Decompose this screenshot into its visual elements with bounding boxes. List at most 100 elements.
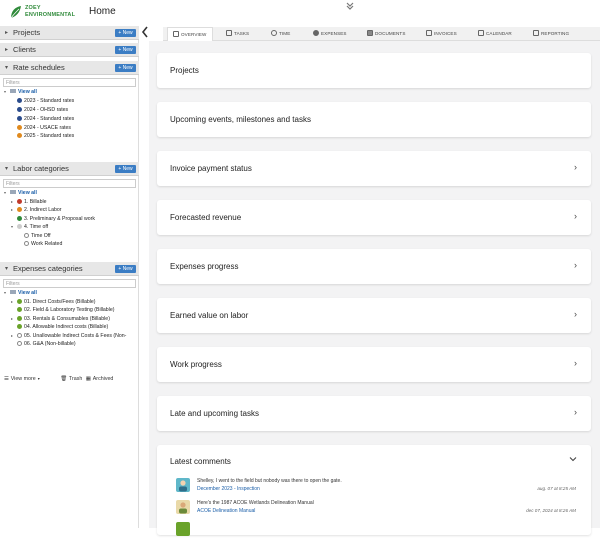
- dollar-icon: [313, 30, 319, 36]
- trash-link[interactable]: Trash: [69, 376, 82, 382]
- chevron-right-icon[interactable]: ›: [574, 407, 577, 417]
- main-content: Projects Upcoming events, milestones and…: [149, 41, 600, 536]
- card-upcoming-events[interactable]: Upcoming events, milestones and tasks: [157, 102, 591, 137]
- comment-task-link[interactable]: ACOE Delineation Manual: [197, 508, 255, 514]
- card-title: Late and upcoming tasks: [170, 409, 259, 418]
- list-item-label: 01. Direct Costs/Fees (Billable): [24, 299, 96, 305]
- list-item-label: 1. Billable: [24, 199, 47, 205]
- tab-invoices[interactable]: INVOICES: [426, 27, 466, 41]
- tab-label: REPORTING: [541, 31, 570, 36]
- new-labor-category-button[interactable]: + New: [115, 165, 136, 173]
- folder-icon: [10, 290, 16, 294]
- section-label: Labor categories: [13, 164, 69, 173]
- avatar: [176, 522, 190, 536]
- status-dot-icon: [17, 198, 22, 204]
- card-expenses-progress[interactable]: Expenses progress ›: [157, 249, 591, 284]
- chevron-right-icon[interactable]: ›: [574, 211, 577, 221]
- card-late-and-upcoming-tasks[interactable]: Late and upcoming tasks ›: [157, 396, 591, 431]
- folder-icon: [367, 30, 373, 36]
- list-item[interactable]: 2024 - USACE rates: [17, 124, 71, 132]
- list-item[interactable]: ▸ 05. Unallowable Indirect Costs & Fees (…: [11, 332, 126, 340]
- invoice-icon: [426, 30, 432, 36]
- card-title: Invoice payment status: [170, 164, 252, 173]
- list-item[interactable]: 2023 - Standard rates: [17, 97, 74, 105]
- sidebar-section-projects[interactable]: ▸ Projects + New: [0, 26, 139, 40]
- collapse-sidebar-chevron-left-icon[interactable]: [141, 26, 149, 38]
- company-logo[interactable]: ZOEY ENVIRONMENTAL: [10, 5, 82, 21]
- list-item[interactable]: ▸ 01. Direct Costs/Fees (Billable): [11, 298, 96, 306]
- list-item[interactable]: ▸ 1. Billable: [11, 198, 47, 206]
- caret-down-icon: ▾: [5, 166, 9, 172]
- labor-categories-filter-input[interactable]: Filters: [3, 179, 136, 188]
- tab-calendar[interactable]: CALENDAR: [478, 27, 524, 41]
- rate-schedules-filter-input[interactable]: Filters: [3, 78, 136, 87]
- comment-text: Shelley, I went to the field but nobody …: [197, 478, 342, 484]
- trash-icon: 🗑: [60, 376, 67, 382]
- list-item[interactable]: ▸ 03. Rentals & Consumables (Billable): [11, 315, 110, 323]
- list-item-label: 2023 - Standard rates: [24, 98, 75, 104]
- tab-tasks[interactable]: TASKS: [226, 27, 266, 41]
- chevron-down-icon[interactable]: [569, 455, 577, 465]
- new-expense-category-button[interactable]: + New: [115, 265, 136, 273]
- list-item[interactable]: 02. Field & Laboratory Testing (Billable…: [17, 306, 114, 314]
- status-dot-icon: [17, 306, 22, 312]
- comment-timestamp: aug. 07 at 8:25 AM: [537, 486, 576, 491]
- comment-item-partial[interactable]: [172, 522, 582, 542]
- comment-task-link[interactable]: December 2023 - Inspection: [197, 486, 260, 492]
- list-item[interactable]: 04. Allowable Indirect costs (Billable): [17, 323, 108, 331]
- status-dot-icon: [17, 298, 22, 304]
- card-title: Expenses progress: [170, 262, 239, 271]
- view-all-label: View all: [18, 190, 37, 196]
- tab-bar: OVERVIEW TASKS TIME EXPENSES DOCUMENTS I…: [163, 27, 600, 41]
- tab-documents[interactable]: DOCUMENTS: [367, 27, 417, 41]
- tree-view-all[interactable]: ▾ View all: [4, 189, 37, 197]
- list-item[interactable]: 2025 - Standard rates: [17, 132, 74, 140]
- list-icon: ☰: [4, 376, 9, 382]
- list-item[interactable]: Work Related: [24, 240, 62, 248]
- list-item[interactable]: Time Off: [24, 232, 51, 240]
- expenses-categories-filter-input[interactable]: Filters: [3, 279, 136, 288]
- view-more-link[interactable]: View more: [11, 376, 36, 382]
- sidebar-section-labor-categories[interactable]: ▾ Labor categories + New: [0, 162, 139, 176]
- list-item[interactable]: 2024 - Standard rates: [17, 115, 74, 123]
- status-ring-icon: [17, 332, 22, 338]
- chevron-right-icon[interactable]: ›: [574, 358, 577, 368]
- card-projects[interactable]: Projects: [157, 53, 591, 88]
- tree-view-all[interactable]: ▾ View all: [4, 88, 37, 96]
- card-title: Forecasted revenue: [170, 213, 242, 222]
- list-item[interactable]: 3. Preliminary & Proposal work: [17, 215, 95, 223]
- card-forecasted-revenue[interactable]: Forecasted revenue ›: [157, 200, 591, 235]
- sidebar: ▸ Projects + New ▸ Clients + New ▾ Rate …: [0, 26, 139, 528]
- archived-link[interactable]: Archived: [93, 376, 114, 382]
- tab-reporting[interactable]: REPORTING: [533, 27, 583, 41]
- tab-label: DOCUMENTS: [375, 31, 406, 36]
- section-label: Projects: [13, 28, 41, 37]
- card-earned-value-on-labor[interactable]: Earned value on labor ›: [157, 298, 591, 333]
- list-item[interactable]: 2024 - OHSD rates: [17, 106, 68, 114]
- card-work-progress[interactable]: Work progress ›: [157, 347, 591, 382]
- sidebar-section-clients[interactable]: ▸ Clients + New: [0, 43, 139, 57]
- tree-view-all[interactable]: ▾ View all: [4, 289, 37, 297]
- tab-expenses[interactable]: EXPENSES: [313, 27, 358, 41]
- tab-overview[interactable]: OVERVIEW: [167, 27, 213, 41]
- sidebar-section-expenses-categories[interactable]: ▾ Expenses categories + New: [0, 262, 139, 276]
- list-item[interactable]: ▸ 2. Indirect Labor: [11, 206, 62, 214]
- list-item-label: 4. Time off: [24, 224, 49, 230]
- caret-down-icon: ▾: [5, 266, 9, 272]
- comment-item[interactable]: Here's the 1987 ACOE Wetlands Delineatio…: [172, 500, 582, 520]
- new-client-button[interactable]: + New: [115, 46, 136, 54]
- list-item[interactable]: 06. G&A (Non-billable): [17, 340, 76, 348]
- chevron-right-icon[interactable]: ›: [574, 309, 577, 319]
- tab-time[interactable]: TIME: [271, 27, 307, 41]
- chevron-right-icon[interactable]: ›: [574, 162, 577, 172]
- chevron-right-icon[interactable]: ›: [574, 260, 577, 270]
- new-rate-schedule-button[interactable]: + New: [115, 64, 136, 72]
- double-chevron-down-icon[interactable]: [345, 1, 355, 11]
- card-invoice-payment-status[interactable]: Invoice payment status ›: [157, 151, 591, 186]
- folder-icon: [10, 190, 16, 194]
- sidebar-section-rate-schedules[interactable]: ▾ Rate schedules + New: [0, 61, 139, 75]
- comment-item[interactable]: Shelley, I went to the field but nobody …: [172, 478, 582, 498]
- list-item[interactable]: ▾ 4. Time off: [11, 223, 48, 231]
- new-project-button[interactable]: + New: [115, 29, 136, 37]
- card-title: Latest comments: [170, 457, 231, 466]
